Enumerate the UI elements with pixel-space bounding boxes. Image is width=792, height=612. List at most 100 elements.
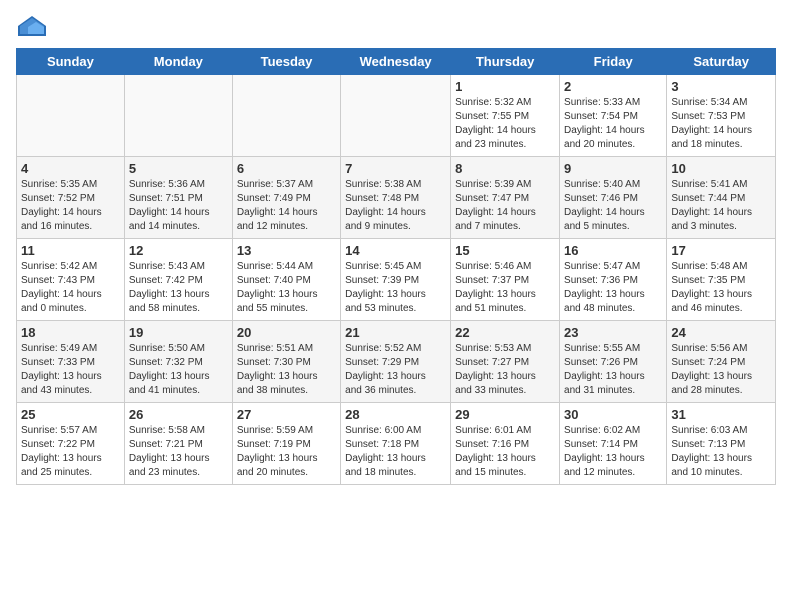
- day-info: Sunrise: 6:00 AM Sunset: 7:18 PM Dayligh…: [345, 424, 446, 480]
- calendar-day-cell: 11Sunrise: 5:42 AM Sunset: 7:43 PM Dayli…: [17, 239, 125, 321]
- calendar-day-cell: 22 Sunrise: 5:53 AM Sunset: 7:27 PM Dayli…: [451, 321, 560, 403]
- day-info: Sunrise: 5:42 AM Sunset: 7:43 PM Dayligh…: [21, 260, 120, 316]
- day-info: Sunrise: 6:02 AM Sunset: 7:14 PM Dayligh…: [564, 424, 662, 480]
- calendar-day-cell: 30 Sunrise: 6:02 AM Sunset: 7:14 PM Dayli…: [560, 403, 667, 485]
- calendar-day-cell: 24 Sunrise: 5:56 AM Sunset: 7:24 PM Dayli…: [667, 321, 776, 403]
- day-number: 18: [21, 325, 120, 340]
- calendar-day-cell: 23 Sunrise: 5:55 AM Sunset: 7:26 PM Dayli…: [560, 321, 667, 403]
- calendar-week-row: 4 Sunrise: 5:35 AM Sunset: 7:52 PM Daylig…: [17, 157, 776, 239]
- calendar-week-row: 1Sunrise: 5:32 AM Sunset: 7:55 PM Daylig…: [17, 75, 776, 157]
- calendar-day-cell: [124, 75, 232, 157]
- day-info: Sunrise: 5:38 AM Sunset: 7:48 PM Dayligh…: [345, 178, 446, 234]
- logo: [16, 16, 46, 36]
- calendar-day-cell: 25 Sunrise: 5:57 AM Sunset: 7:22 PM Dayli…: [17, 403, 125, 485]
- calendar-day-cell: 6 Sunrise: 5:37 AM Sunset: 7:49 PM Daylig…: [232, 157, 340, 239]
- day-number: 31: [671, 407, 771, 422]
- calendar-header-row: SundayMondayTuesdayWednesdayThursdayFrid…: [17, 49, 776, 75]
- day-info: Sunrise: 5:46 AM Sunset: 7:37 PM Dayligh…: [455, 260, 555, 316]
- day-number: 30: [564, 407, 662, 422]
- day-info: Sunrise: 5:47 AM Sunset: 7:36 PM Dayligh…: [564, 260, 662, 316]
- day-number: 19: [129, 325, 228, 340]
- calendar-day-cell: 10 Sunrise: 5:41 AM Sunset: 7:44 PM Dayli…: [667, 157, 776, 239]
- calendar-day-cell: 9Sunrise: 5:40 AM Sunset: 7:46 PM Daylig…: [560, 157, 667, 239]
- day-number: 14: [345, 243, 446, 258]
- logo-icon: [18, 16, 46, 36]
- day-number: 26: [129, 407, 228, 422]
- calendar-day-cell: 2 Sunrise: 5:33 AM Sunset: 7:54 PM Daylig…: [560, 75, 667, 157]
- day-info: Sunrise: 5:35 AM Sunset: 7:52 PM Dayligh…: [21, 178, 120, 234]
- day-info: Sunrise: 5:33 AM Sunset: 7:54 PM Dayligh…: [564, 96, 662, 152]
- day-number: 6: [237, 161, 336, 176]
- day-number: 8: [455, 161, 555, 176]
- calendar-day-cell: 13Sunrise: 5:44 AM Sunset: 7:40 PM Dayli…: [232, 239, 340, 321]
- day-info: Sunrise: 5:44 AM Sunset: 7:40 PM Dayligh…: [237, 260, 336, 316]
- day-info: Sunrise: 5:56 AM Sunset: 7:24 PM Dayligh…: [671, 342, 771, 398]
- calendar-day-cell: 31 Sunrise: 6:03 AM Sunset: 7:13 PM Dayli…: [667, 403, 776, 485]
- day-number: 25: [21, 407, 120, 422]
- day-number: 16: [564, 243, 662, 258]
- day-number: 21: [345, 325, 446, 340]
- calendar-day-cell: 27 Sunrise: 5:59 AM Sunset: 7:19 PM Dayli…: [232, 403, 340, 485]
- page-container: SundayMondayTuesdayWednesdayThursdayFrid…: [0, 0, 792, 495]
- day-number: 24: [671, 325, 771, 340]
- day-number: 15: [455, 243, 555, 258]
- day-number: 17: [671, 243, 771, 258]
- day-info: Sunrise: 5:57 AM Sunset: 7:22 PM Dayligh…: [21, 424, 120, 480]
- day-info: Sunrise: 5:49 AM Sunset: 7:33 PM Dayligh…: [21, 342, 120, 398]
- day-number: 10: [671, 161, 771, 176]
- calendar-day-cell: 16 Sunrise: 5:47 AM Sunset: 7:36 PM Dayli…: [560, 239, 667, 321]
- day-of-week-header: Friday: [560, 49, 667, 75]
- calendar-day-cell: 5Sunrise: 5:36 AM Sunset: 7:51 PM Daylig…: [124, 157, 232, 239]
- calendar-day-cell: [232, 75, 340, 157]
- day-info: Sunrise: 5:51 AM Sunset: 7:30 PM Dayligh…: [237, 342, 336, 398]
- day-number: 20: [237, 325, 336, 340]
- day-info: Sunrise: 5:53 AM Sunset: 7:27 PM Dayligh…: [455, 342, 555, 398]
- calendar-day-cell: 1Sunrise: 5:32 AM Sunset: 7:55 PM Daylig…: [451, 75, 560, 157]
- day-number: 3: [671, 79, 771, 94]
- calendar-day-cell: 29Sunrise: 6:01 AM Sunset: 7:16 PM Dayli…: [451, 403, 560, 485]
- day-number: 22: [455, 325, 555, 340]
- calendar-day-cell: 3Sunrise: 5:34 AM Sunset: 7:53 PM Daylig…: [667, 75, 776, 157]
- day-number: 23: [564, 325, 662, 340]
- calendar-week-row: 18 Sunrise: 5:49 AM Sunset: 7:33 PM Dayli…: [17, 321, 776, 403]
- day-info: Sunrise: 5:59 AM Sunset: 7:19 PM Dayligh…: [237, 424, 336, 480]
- day-of-week-header: Thursday: [451, 49, 560, 75]
- day-of-week-header: Tuesday: [232, 49, 340, 75]
- calendar-day-cell: 7 Sunrise: 5:38 AM Sunset: 7:48 PM Daylig…: [341, 157, 451, 239]
- day-number: 5: [129, 161, 228, 176]
- day-number: 12: [129, 243, 228, 258]
- day-number: 7: [345, 161, 446, 176]
- day-info: Sunrise: 6:03 AM Sunset: 7:13 PM Dayligh…: [671, 424, 771, 480]
- calendar: SundayMondayTuesdayWednesdayThursdayFrid…: [16, 48, 776, 485]
- calendar-day-cell: 26 Sunrise: 5:58 AM Sunset: 7:21 PM Dayli…: [124, 403, 232, 485]
- day-info: Sunrise: 5:55 AM Sunset: 7:26 PM Dayligh…: [564, 342, 662, 398]
- calendar-day-cell: 14 Sunrise: 5:45 AM Sunset: 7:39 PM Dayli…: [341, 239, 451, 321]
- day-number: 27: [237, 407, 336, 422]
- calendar-day-cell: [17, 75, 125, 157]
- day-number: 28: [345, 407, 446, 422]
- calendar-day-cell: 4 Sunrise: 5:35 AM Sunset: 7:52 PM Daylig…: [17, 157, 125, 239]
- day-info: Sunrise: 5:45 AM Sunset: 7:39 PM Dayligh…: [345, 260, 446, 316]
- calendar-day-cell: 18 Sunrise: 5:49 AM Sunset: 7:33 PM Dayli…: [17, 321, 125, 403]
- calendar-day-cell: 19Sunrise: 5:50 AM Sunset: 7:32 PM Dayli…: [124, 321, 232, 403]
- calendar-day-cell: 12 Sunrise: 5:43 AM Sunset: 7:42 PM Dayli…: [124, 239, 232, 321]
- calendar-day-cell: 28 Sunrise: 6:00 AM Sunset: 7:18 PM Dayli…: [341, 403, 451, 485]
- day-number: 4: [21, 161, 120, 176]
- day-info: Sunrise: 5:58 AM Sunset: 7:21 PM Dayligh…: [129, 424, 228, 480]
- calendar-day-cell: 20 Sunrise: 5:51 AM Sunset: 7:30 PM Dayli…: [232, 321, 340, 403]
- day-info: Sunrise: 6:01 AM Sunset: 7:16 PM Dayligh…: [455, 424, 555, 480]
- day-info: Sunrise: 5:43 AM Sunset: 7:42 PM Dayligh…: [129, 260, 228, 316]
- day-info: Sunrise: 5:39 AM Sunset: 7:47 PM Dayligh…: [455, 178, 555, 234]
- calendar-day-cell: 15 Sunrise: 5:46 AM Sunset: 7:37 PM Dayli…: [451, 239, 560, 321]
- day-number: 2: [564, 79, 662, 94]
- day-number: 9: [564, 161, 662, 176]
- day-number: 1: [455, 79, 555, 94]
- day-info: Sunrise: 5:52 AM Sunset: 7:29 PM Dayligh…: [345, 342, 446, 398]
- day-of-week-header: Saturday: [667, 49, 776, 75]
- day-of-week-header: Sunday: [17, 49, 125, 75]
- day-info: Sunrise: 5:41 AM Sunset: 7:44 PM Dayligh…: [671, 178, 771, 234]
- calendar-day-cell: 21 Sunrise: 5:52 AM Sunset: 7:29 PM Dayli…: [341, 321, 451, 403]
- day-info: Sunrise: 5:48 AM Sunset: 7:35 PM Dayligh…: [671, 260, 771, 316]
- day-of-week-header: Wednesday: [341, 49, 451, 75]
- day-info: Sunrise: 5:37 AM Sunset: 7:49 PM Dayligh…: [237, 178, 336, 234]
